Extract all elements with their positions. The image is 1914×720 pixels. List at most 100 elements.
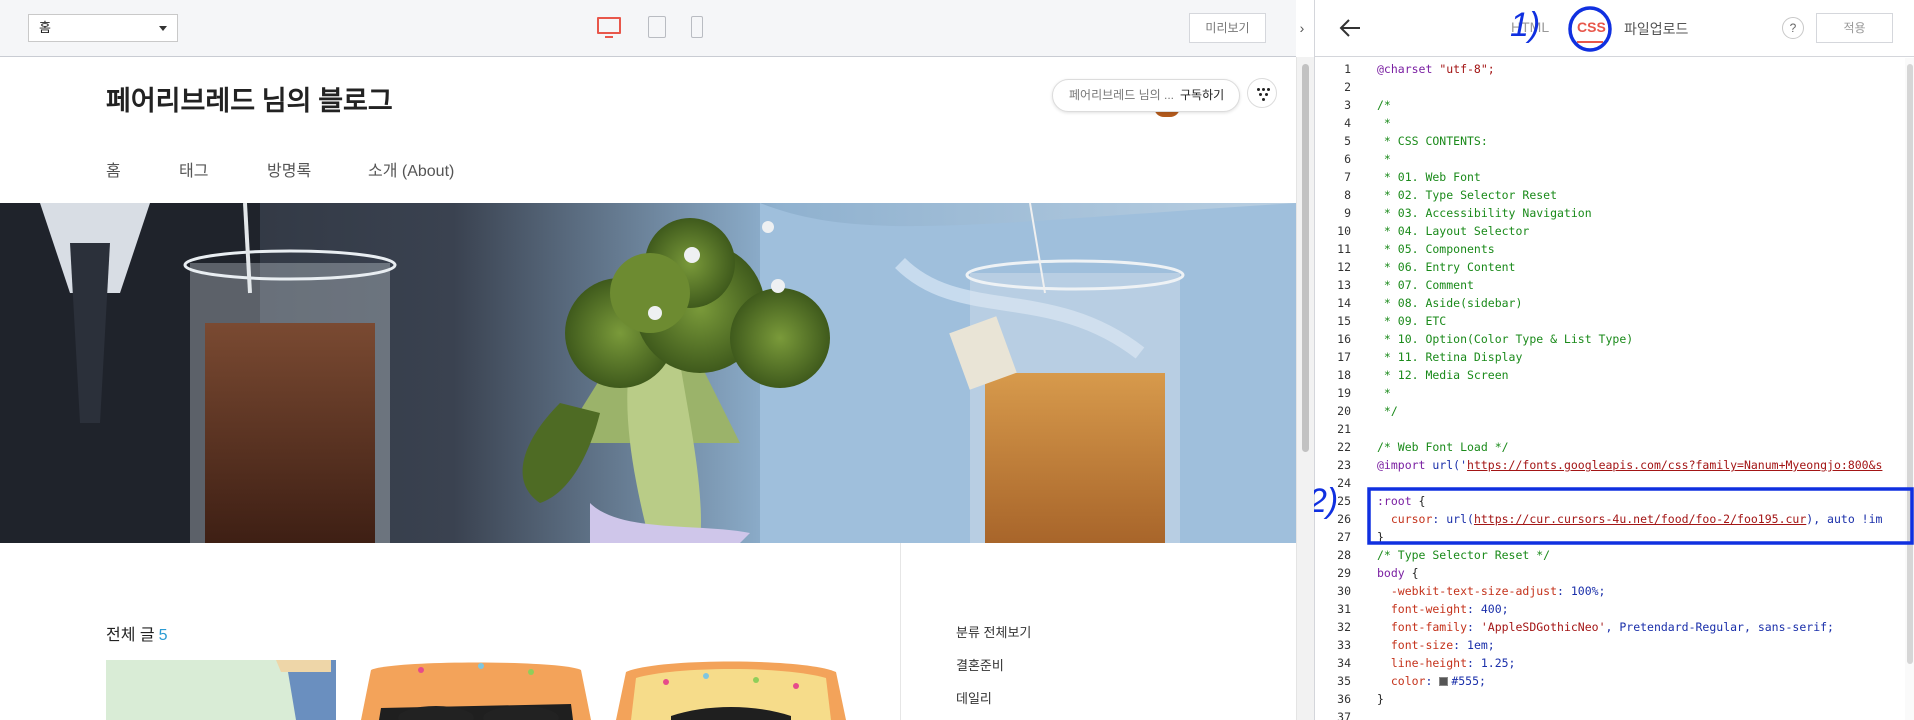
preview-button[interactable]: 미리보기 (1189, 13, 1266, 43)
nav-item-about[interactable]: 소개 (About) (368, 157, 454, 181)
line-number: 8 (1344, 188, 1351, 202)
nav-item-guestbook[interactable]: 방명록 (267, 157, 368, 181)
code-token: * 05. Components (1377, 242, 1495, 256)
subscribe-button[interactable]: 페어리브레드 님의 ... 구독하기 (1052, 79, 1240, 112)
mobile-icon[interactable] (691, 16, 703, 38)
page-select[interactable]: 홈 (28, 14, 178, 42)
category-wedding[interactable]: 결혼준비 (956, 655, 1004, 674)
line-number: 35 (1337, 674, 1351, 688)
code-token: https://cur.cursors-4u.net/food/foo-2/fo… (1473, 512, 1807, 526)
code-token: * (1377, 152, 1391, 166)
code-line[interactable]: * 03. Accessibility Navigation (1377, 206, 1592, 220)
code-line[interactable]: font-weight: 400; (1377, 602, 1509, 616)
code-line[interactable]: body { (1377, 566, 1419, 580)
blog-frame: 페어리브레드 님의 블로그 페어리브레드 님의 ... 구독하기 홈 태그 방명록… (0, 57, 1296, 720)
post-thumbnail[interactable] (616, 660, 846, 720)
code-line[interactable]: /* (1377, 98, 1391, 112)
code-line[interactable]: @charset "utf-8"; (1377, 62, 1495, 76)
css-code-editor[interactable]: 1 2 3 4 5 6 7 8 9 10 11 12 13 14 15 16 17 18 19 20 21 22 23 24 2… (1315, 58, 1914, 720)
code-token: : 400; (1467, 602, 1509, 616)
code-token: : 100%; (1557, 584, 1606, 598)
menu-dots-icon[interactable] (1247, 78, 1277, 108)
code-line[interactable]: font-size: 1em; (1377, 638, 1495, 652)
code-line[interactable]: * 05. Components (1377, 242, 1495, 256)
chevron-down-icon (159, 26, 167, 31)
code-token: : 1em; (1453, 638, 1495, 652)
code-line[interactable]: * (1377, 386, 1391, 400)
tablet-icon[interactable] (648, 16, 666, 38)
line-number: 7 (1344, 170, 1351, 184)
code-line[interactable]: * 01. Web Font (1377, 170, 1481, 184)
line-number: 25 (1337, 494, 1351, 508)
line-number: 28 (1337, 548, 1351, 562)
code-token: * 01. Web Font (1377, 170, 1481, 184)
code-token: font-family (1377, 620, 1468, 634)
nav-item-tag[interactable]: 태그 (179, 157, 267, 181)
code-token: : (1467, 620, 1481, 634)
code-line[interactable]: * 10. Option(Color Type & List Type) (1377, 332, 1633, 346)
subscribe-nickname: 페어리브레드 님의 ... (1069, 88, 1174, 102)
code-token: /* (1377, 98, 1391, 112)
code-token: * (1377, 386, 1391, 400)
line-number: 6 (1344, 152, 1351, 166)
code-line[interactable]: * 09. ETC (1377, 314, 1446, 328)
code-line[interactable]: * 02. Type Selector Reset (1377, 188, 1557, 202)
post-thumbnail[interactable] (106, 660, 336, 720)
code-token: * 08. Aside(sidebar) (1377, 296, 1523, 310)
code-line[interactable]: * (1377, 116, 1391, 130)
tab-css[interactable]: CSS (1577, 19, 1606, 35)
preview-scrollbar-thumb[interactable] (1302, 64, 1309, 452)
line-number: 4 (1344, 116, 1351, 130)
back-arrow-icon[interactable] (1337, 15, 1363, 41)
code-line[interactable]: line-height: 1.25; (1377, 656, 1516, 670)
code-line[interactable]: */ (1377, 404, 1398, 418)
tab-file-upload[interactable]: 파일업로드 (1624, 19, 1688, 39)
code-token: ), auto !im (1806, 512, 1883, 526)
code-line[interactable]: * CSS CONTENTS: (1377, 134, 1488, 148)
apply-button[interactable]: 적용 (1816, 13, 1893, 43)
code-token: { (1404, 566, 1419, 580)
code-line[interactable]: * 08. Aside(sidebar) (1377, 296, 1522, 310)
code-token: #555; (1451, 674, 1486, 688)
category-all[interactable]: 분류 전체보기 (956, 622, 1031, 641)
line-number: 33 (1337, 638, 1351, 652)
code-line[interactable]: cursor: url(https://cur.cursors-4u.net/f… (1377, 512, 1883, 526)
code-line[interactable]: } (1377, 692, 1384, 706)
code-token: * 03. Accessibility Navigation (1377, 206, 1592, 220)
code-line[interactable]: * (1377, 152, 1391, 166)
code-line[interactable]: /* Type Selector Reset */ (1377, 548, 1550, 562)
code-token: font-weight (1377, 602, 1468, 616)
post-thumbnail[interactable] (361, 660, 591, 720)
code-line[interactable]: @import url('https://fonts.googleapis.co… (1377, 458, 1882, 472)
chevron-right-icon[interactable]: › (1291, 0, 1313, 57)
tab-html[interactable]: HTML (1511, 19, 1549, 35)
code-token: : 1.25; (1467, 656, 1516, 670)
code-token: 'AppleSDGothicNeo' (1480, 620, 1606, 634)
code-line[interactable]: * 11. Retina Display (1377, 350, 1522, 364)
code-line[interactable]: :root { (1377, 494, 1425, 508)
code-line[interactable]: -webkit-text-size-adjust: 100%; (1377, 584, 1606, 598)
code-line[interactable]: * 04. Layout Selector (1377, 224, 1529, 238)
line-number: 10 (1337, 224, 1351, 238)
code-line[interactable]: * 12. Media Screen (1377, 368, 1509, 382)
desktop-icon[interactable] (597, 17, 621, 38)
category-daily[interactable]: 데일리 (956, 688, 992, 707)
line-number: 14 (1337, 296, 1351, 310)
code-line[interactable]: /* Web Font Load */ (1377, 440, 1509, 454)
line-number: 22 (1337, 440, 1351, 454)
code-line[interactable]: * 06. Entry Content (1377, 260, 1516, 274)
line-number-gutter: 1 2 3 4 5 6 7 8 9 10 11 12 13 14 15 16 17 18 19 20 21 22 23 24 2… (1315, 58, 1359, 720)
line-number: 36 (1337, 692, 1351, 706)
code-line[interactable]: font-family: 'AppleSDGothicNeo', Pretend… (1377, 620, 1834, 634)
code-line[interactable]: * 07. Comment (1377, 278, 1474, 292)
code-line[interactable]: color: #555; (1377, 674, 1486, 688)
help-button[interactable]: ? (1782, 17, 1804, 39)
line-number: 2 (1344, 80, 1351, 94)
skin-editor-pane: HTML CSS 파일업로드 ? 적용 1 2 3 4 5 6 7 8 9 10 11 12 13 14 1… (1314, 0, 1914, 720)
blog-title[interactable]: 페어리브레드 님의 블로그 (106, 79, 393, 118)
color-swatch (1439, 677, 1449, 686)
nav-item-home[interactable]: 홈 (106, 157, 179, 181)
editor-scrollbar-thumb[interactable] (1907, 64, 1913, 664)
page-select-value: 홈 (39, 20, 51, 35)
code-line[interactable]: } (1377, 530, 1384, 544)
